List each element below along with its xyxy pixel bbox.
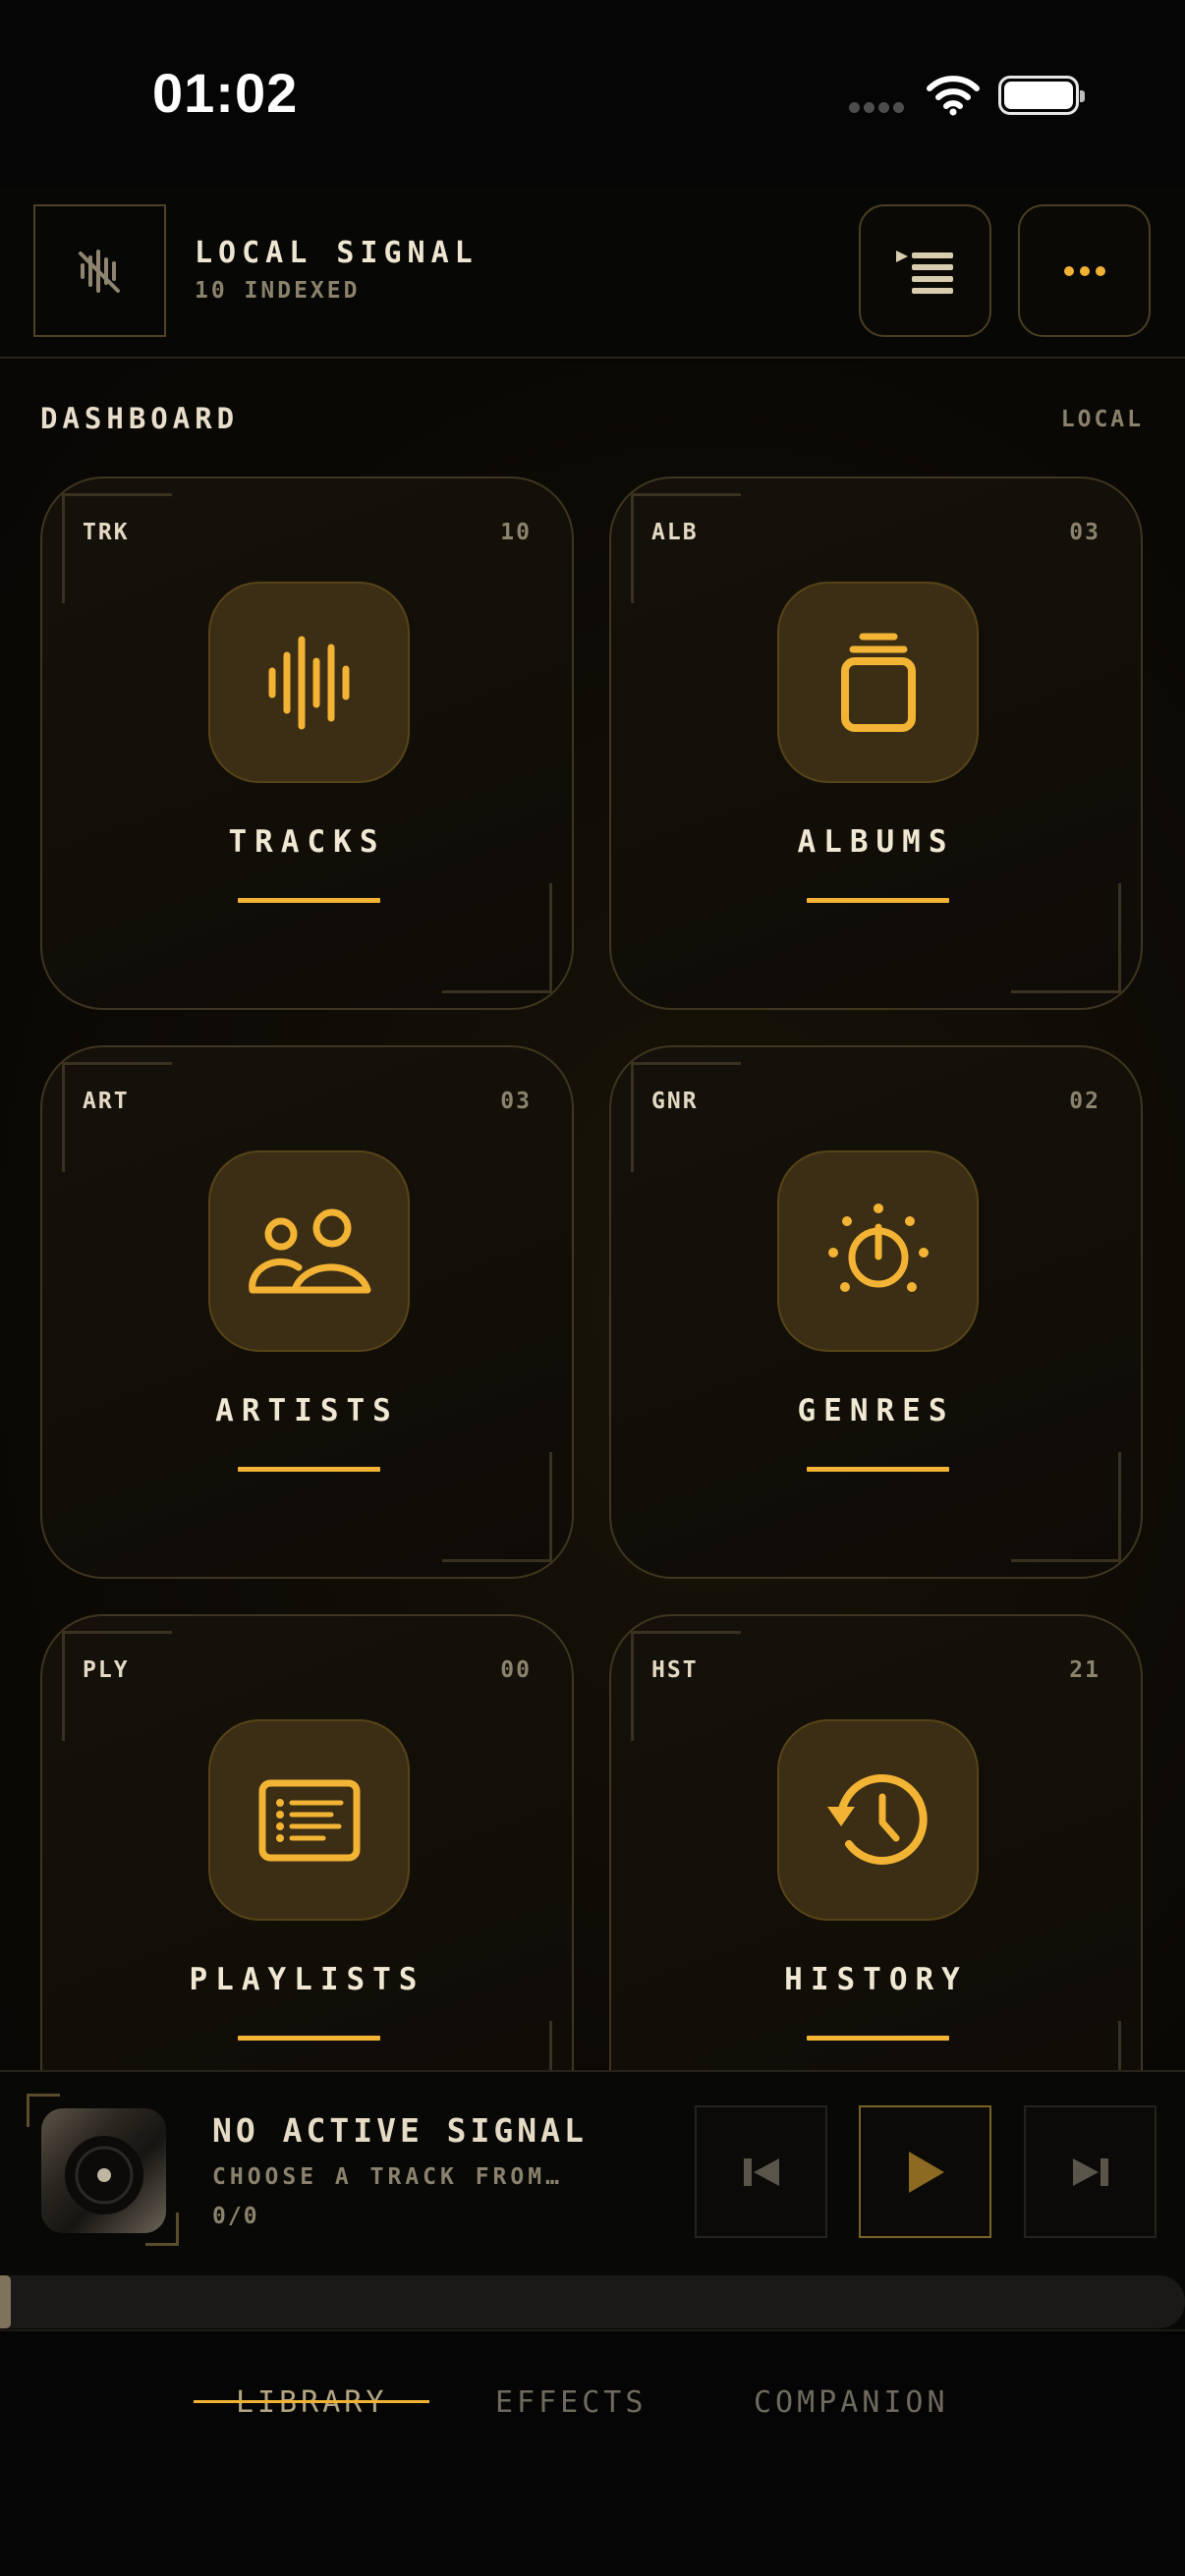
card-underline: [238, 2036, 380, 2041]
indexed-count: 10 INDEXED: [195, 278, 361, 304]
card-icon-tile: [777, 1150, 979, 1352]
status-bar: 01:02: [0, 0, 1185, 187]
dashboard-scroll-area[interactable]: DASHBOARD LOCAL TRK 10 TRACKS ALB 03 ALB…: [0, 361, 1185, 2070]
albums-card[interactable]: ALB 03 ALBUMS: [609, 476, 1143, 1010]
people-icon: [248, 1208, 370, 1293]
waveform-icon: [268, 636, 349, 729]
now-playing-title: NO ACTIVE SIGNAL: [212, 2111, 588, 2150]
card-icon-tile: [777, 582, 979, 783]
tab-effects[interactable]: EFFECTS: [495, 2385, 647, 2420]
card-label: PLAYLISTS: [189, 1962, 425, 1997]
progress-knob[interactable]: [0, 2275, 11, 2328]
dial-sun-icon: [827, 1203, 929, 1292]
card-code: GNR: [651, 1089, 699, 1114]
card-label: TRACKS: [228, 824, 386, 860]
muted-waveform-icon: [78, 249, 120, 293]
app-header: LOCAL SIGNAL 10 INDEXED: [0, 187, 1185, 359]
play-icon: [908, 2151, 944, 2193]
active-tab-indicator: [194, 2400, 429, 2403]
skip-back-icon: [743, 2157, 779, 2186]
card-code: ART: [83, 1089, 130, 1114]
queue-list-icon: [895, 250, 953, 294]
card-count: 00: [500, 1657, 532, 1683]
more-button[interactable]: [1018, 204, 1151, 337]
section-tag: LOCAL: [1060, 407, 1144, 432]
progress-track[interactable]: [0, 2275, 1185, 2328]
card-count: 03: [500, 1089, 532, 1114]
card-code: TRK: [83, 520, 130, 545]
card-code: PLY: [83, 1657, 130, 1683]
tab-bar: LIBRARY EFFECTS COMPANION: [0, 2329, 1185, 2576]
wifi-icon: [927, 76, 980, 116]
app-logo: [33, 204, 166, 337]
cellular-signal-icon: [849, 102, 904, 113]
battery-icon: [998, 76, 1085, 115]
playlist-card-icon: [258, 1779, 360, 1861]
play-button[interactable]: [859, 2105, 991, 2238]
vinyl-disc-icon: [41, 2108, 166, 2233]
card-count: 03: [1069, 520, 1100, 545]
genres-card[interactable]: GNR 02 GENRES: [609, 1045, 1143, 1579]
playlists-card[interactable]: PLY 00 PLAYLISTS: [40, 1614, 574, 2070]
card-underline: [807, 898, 949, 903]
history-clock-icon: [826, 1773, 928, 1865]
now-playing-bar[interactable]: NO ACTIVE SIGNAL CHOOSE A TRACK FROM… 0/…: [0, 2070, 1185, 2329]
card-underline: [807, 1467, 949, 1472]
tab-companion[interactable]: COMPANION: [754, 2385, 949, 2420]
history-card[interactable]: HST 21 HISTORY: [609, 1614, 1143, 2070]
card-label: ALBUMS: [797, 824, 955, 860]
card-underline: [807, 2036, 949, 2041]
card-label: GENRES: [797, 1393, 955, 1428]
now-playing-subtitle: CHOOSE A TRACK FROM…: [212, 2164, 563, 2190]
card-count: 02: [1069, 1089, 1100, 1114]
artists-card[interactable]: ART 03 ARTISTS: [40, 1045, 574, 1579]
card-label: HISTORY: [784, 1962, 968, 1997]
app-title: LOCAL SIGNAL: [195, 236, 479, 270]
card-code: ALB: [651, 520, 699, 545]
card-icon-tile: [208, 1719, 410, 1921]
card-label: ARTISTS: [215, 1393, 399, 1428]
skip-forward-icon: [1072, 2157, 1108, 2186]
status-time: 01:02: [152, 62, 299, 124]
tracks-card[interactable]: TRK 10 TRACKS: [40, 476, 574, 1010]
card-icon-tile: [208, 1150, 410, 1352]
card-underline: [238, 898, 380, 903]
card-icon-tile: [777, 1719, 979, 1921]
next-button[interactable]: [1024, 2105, 1157, 2238]
card-icon-tile: [208, 582, 410, 783]
card-underline: [238, 1467, 380, 1472]
card-code: HST: [651, 1657, 699, 1683]
more-dots-icon: [1063, 265, 1105, 276]
section-title: DASHBOARD: [40, 402, 240, 435]
previous-button[interactable]: [695, 2105, 827, 2238]
card-count: 10: [500, 520, 532, 545]
now-playing-time: 0/0: [212, 2204, 259, 2229]
queue-button[interactable]: [859, 204, 991, 337]
album-stack-icon: [840, 633, 916, 732]
card-count: 21: [1069, 1657, 1100, 1683]
